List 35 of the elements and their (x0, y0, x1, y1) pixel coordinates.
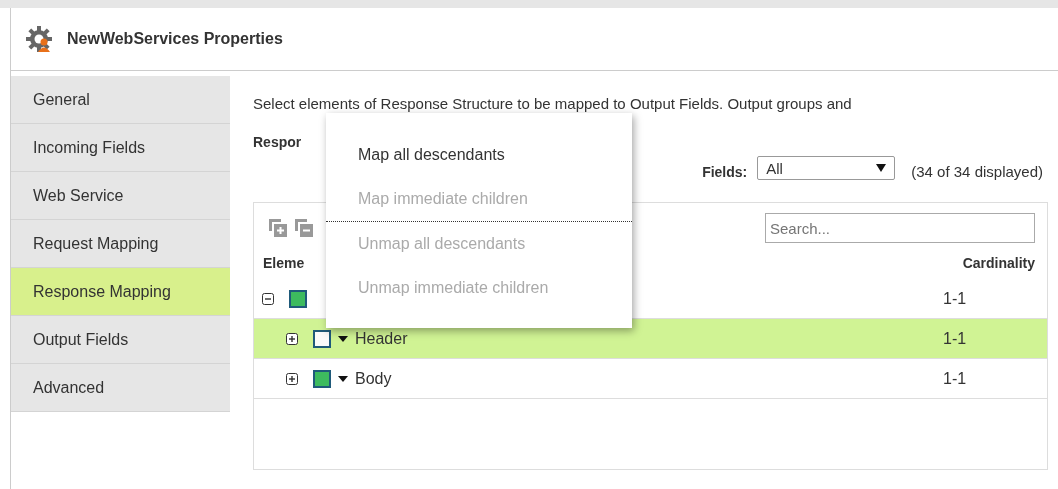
checkbox[interactable] (313, 369, 331, 388)
cardinality-value: 1-1 (943, 329, 968, 348)
sidebar-item[interactable]: Output Fields (11, 316, 230, 364)
tree-row[interactable]: Body 1-1 (254, 359, 1047, 399)
displayed-count: (34 of 34 displayed) (911, 163, 1043, 180)
fields-label: Fields: (702, 164, 748, 180)
gear-icon (25, 25, 53, 53)
description-text: Select elements of Response Structure to be mapped to Output Fields. Output groups and (253, 95, 853, 112)
column-header: Cardinality (962, 255, 1035, 271)
cardinality-value: 1-1 (943, 369, 968, 388)
element-name: Body (355, 369, 392, 388)
tree-row[interactable]: Header 1-1 (254, 319, 1047, 359)
sidebar-item[interactable]: Advanced (11, 364, 230, 412)
caret-icon[interactable] (338, 335, 348, 342)
structure-label: Respor (253, 134, 302, 150)
collapse-icon[interactable] (262, 292, 274, 305)
expand-all-icon[interactable] (268, 218, 288, 238)
sidebar-item[interactable]: Request Mapping (11, 220, 230, 268)
search-field[interactable]: Search... (765, 213, 1035, 243)
collapse-all-icon[interactable] (294, 218, 314, 238)
sidebar-item[interactable]: General (11, 76, 230, 124)
sidebar-item[interactable]: Web Service (11, 172, 230, 220)
sidebar-item[interactable]: Incoming Fields (11, 124, 230, 172)
fields-dropdown[interactable]: All (757, 156, 896, 180)
window-title: NewWebServices Properties (67, 30, 283, 48)
cardinality-value: 1-1 (943, 289, 968, 308)
column-header: Eleme (263, 255, 305, 271)
checkbox[interactable] (313, 329, 331, 348)
expand-icon[interactable] (286, 372, 298, 385)
menu-item[interactable]: Map all descendants (326, 133, 632, 177)
checkbox[interactable] (289, 289, 307, 308)
caret-icon[interactable] (338, 375, 348, 382)
expand-icon[interactable] (286, 332, 298, 345)
element-name: Header (355, 329, 408, 348)
sidebar-item[interactable]: Response Mapping (11, 268, 230, 316)
